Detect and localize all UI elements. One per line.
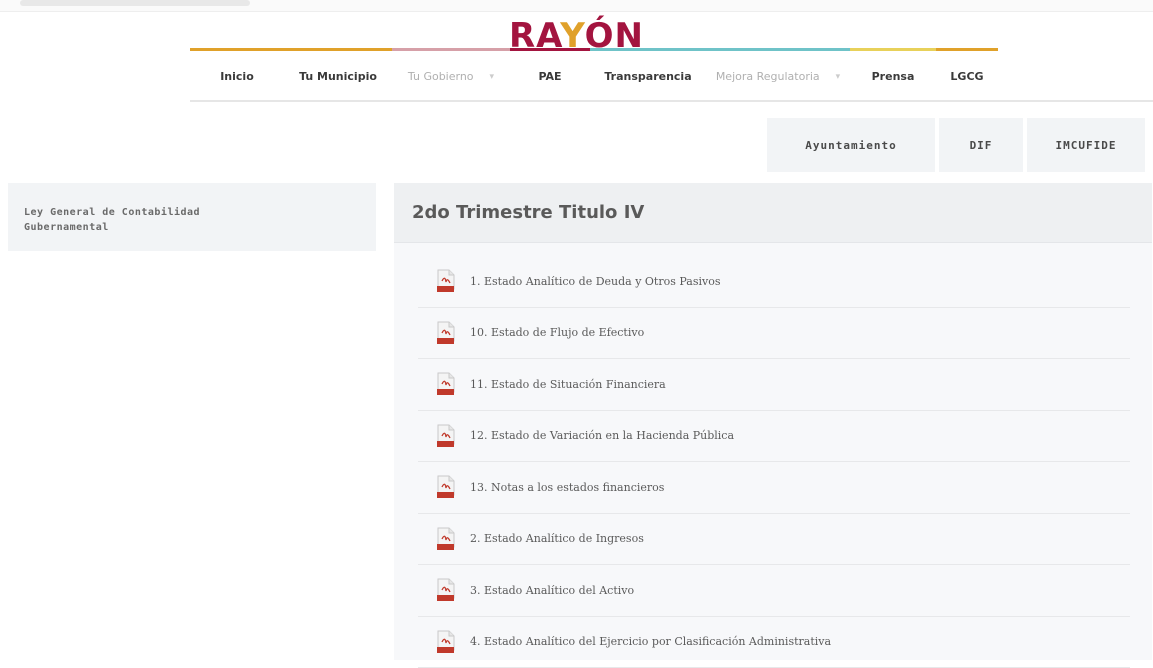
document-link[interactable]: 12. Estado de Variación en la Hacienda P… bbox=[418, 411, 1130, 463]
subnav-button-ayuntamiento[interactable]: Ayuntamiento bbox=[767, 118, 935, 172]
pdf-file-icon bbox=[436, 372, 456, 396]
nav-item-inicio[interactable]: Inicio bbox=[190, 48, 284, 102]
document-link-label: 3. Estado Analítico del Activo bbox=[470, 584, 634, 597]
nav-item-prensa[interactable]: Prensa bbox=[850, 48, 936, 102]
document-link[interactable]: 4. Estado Analítico del Ejercicio por Cl… bbox=[418, 617, 1130, 668]
main-navigation: Inicio Tu Municipio Tu Gobierno ▾ PAE Transpa… bbox=[190, 48, 1153, 102]
sidebar-item-label: Ley General de Contabilidad bbox=[24, 205, 360, 220]
nav-item-label: Tu Gobierno bbox=[408, 70, 474, 83]
document-link[interactable]: 11. Estado de Situación Financiera bbox=[418, 359, 1130, 411]
subnav-button-imcufide[interactable]: IMCUFIDE bbox=[1027, 118, 1145, 172]
sidebar-item-label: Gubernamental bbox=[24, 220, 360, 235]
document-list: 1. Estado Analítico de Deuda y Otros Pas… bbox=[418, 256, 1130, 668]
nav-item-label: PAE bbox=[538, 70, 561, 83]
nav-item-lgcg[interactable]: LGCG bbox=[936, 48, 998, 102]
pdf-file-icon bbox=[436, 527, 456, 551]
document-link-label: 4. Estado Analítico del Ejercicio por Cl… bbox=[470, 635, 831, 648]
pdf-file-icon bbox=[436, 269, 456, 293]
nav-item-label: Inicio bbox=[220, 70, 254, 83]
pdf-file-icon bbox=[436, 321, 456, 345]
sidebar-item-lgcg[interactable]: Ley General de Contabilidad Gubernamenta… bbox=[24, 205, 360, 235]
sub-navigation: AyuntamientoDIFIMCUFIDE bbox=[767, 118, 1145, 172]
panel-title: 2do Trimestre Titulo IV bbox=[412, 202, 644, 223]
document-link-label: 1. Estado Analítico de Deuda y Otros Pas… bbox=[470, 275, 721, 288]
chevron-down-icon: ▾ bbox=[490, 72, 495, 82]
nav-item-tu-gobierno[interactable]: Tu Gobierno ▾ bbox=[392, 48, 510, 102]
nav-item-transparencia[interactable]: Transparencia bbox=[590, 48, 706, 102]
subnav-button-dif[interactable]: DIF bbox=[939, 118, 1023, 172]
pdf-file-icon bbox=[436, 424, 456, 448]
document-link-label: 11. Estado de Situación Financiera bbox=[470, 378, 666, 391]
panel-header: 2do Trimestre Titulo IV bbox=[394, 183, 1152, 243]
nav-item-tu-municipio[interactable]: Tu Municipio bbox=[284, 48, 392, 102]
nav-item-label: Transparencia bbox=[604, 70, 691, 83]
pdf-file-icon bbox=[436, 475, 456, 499]
document-link[interactable]: 13. Notas a los estados financieros bbox=[418, 462, 1130, 514]
nav-item-label: LGCG bbox=[950, 70, 983, 83]
document-link[interactable]: 1. Estado Analítico de Deuda y Otros Pas… bbox=[418, 256, 1130, 308]
nav-item-pae[interactable]: PAE bbox=[510, 48, 590, 102]
nav-item-label: Prensa bbox=[872, 70, 915, 83]
sidebar-menu: Ley General de Contabilidad Gubernamenta… bbox=[8, 183, 376, 251]
document-link-label: 2. Estado Analítico de Ingresos bbox=[470, 532, 644, 545]
nav-item-label: Mejora Regulatoria bbox=[716, 70, 820, 83]
documents-panel: 2do Trimestre Titulo IV 1. Estado Analít… bbox=[394, 183, 1152, 660]
document-link-label: 10. Estado de Flujo de Efectivo bbox=[470, 326, 644, 339]
pdf-file-icon bbox=[436, 578, 456, 602]
document-link[interactable]: 2. Estado Analítico de Ingresos bbox=[418, 514, 1130, 566]
document-link[interactable]: 10. Estado de Flujo de Efectivo bbox=[418, 308, 1130, 360]
pdf-file-icon bbox=[436, 630, 456, 654]
browser-top-strip bbox=[0, 0, 1153, 12]
top-strip-placeholder bbox=[20, 0, 250, 6]
nav-item-mejora-regulatoria[interactable]: Mejora Regulatoria ▾ bbox=[706, 48, 850, 102]
document-link-label: 12. Estado de Variación en la Hacienda P… bbox=[470, 429, 734, 442]
chevron-down-icon: ▾ bbox=[836, 72, 841, 82]
nav-item-label: Tu Municipio bbox=[299, 70, 377, 83]
document-link-label: 13. Notas a los estados financieros bbox=[470, 481, 664, 494]
document-link[interactable]: 3. Estado Analítico del Activo bbox=[418, 565, 1130, 617]
